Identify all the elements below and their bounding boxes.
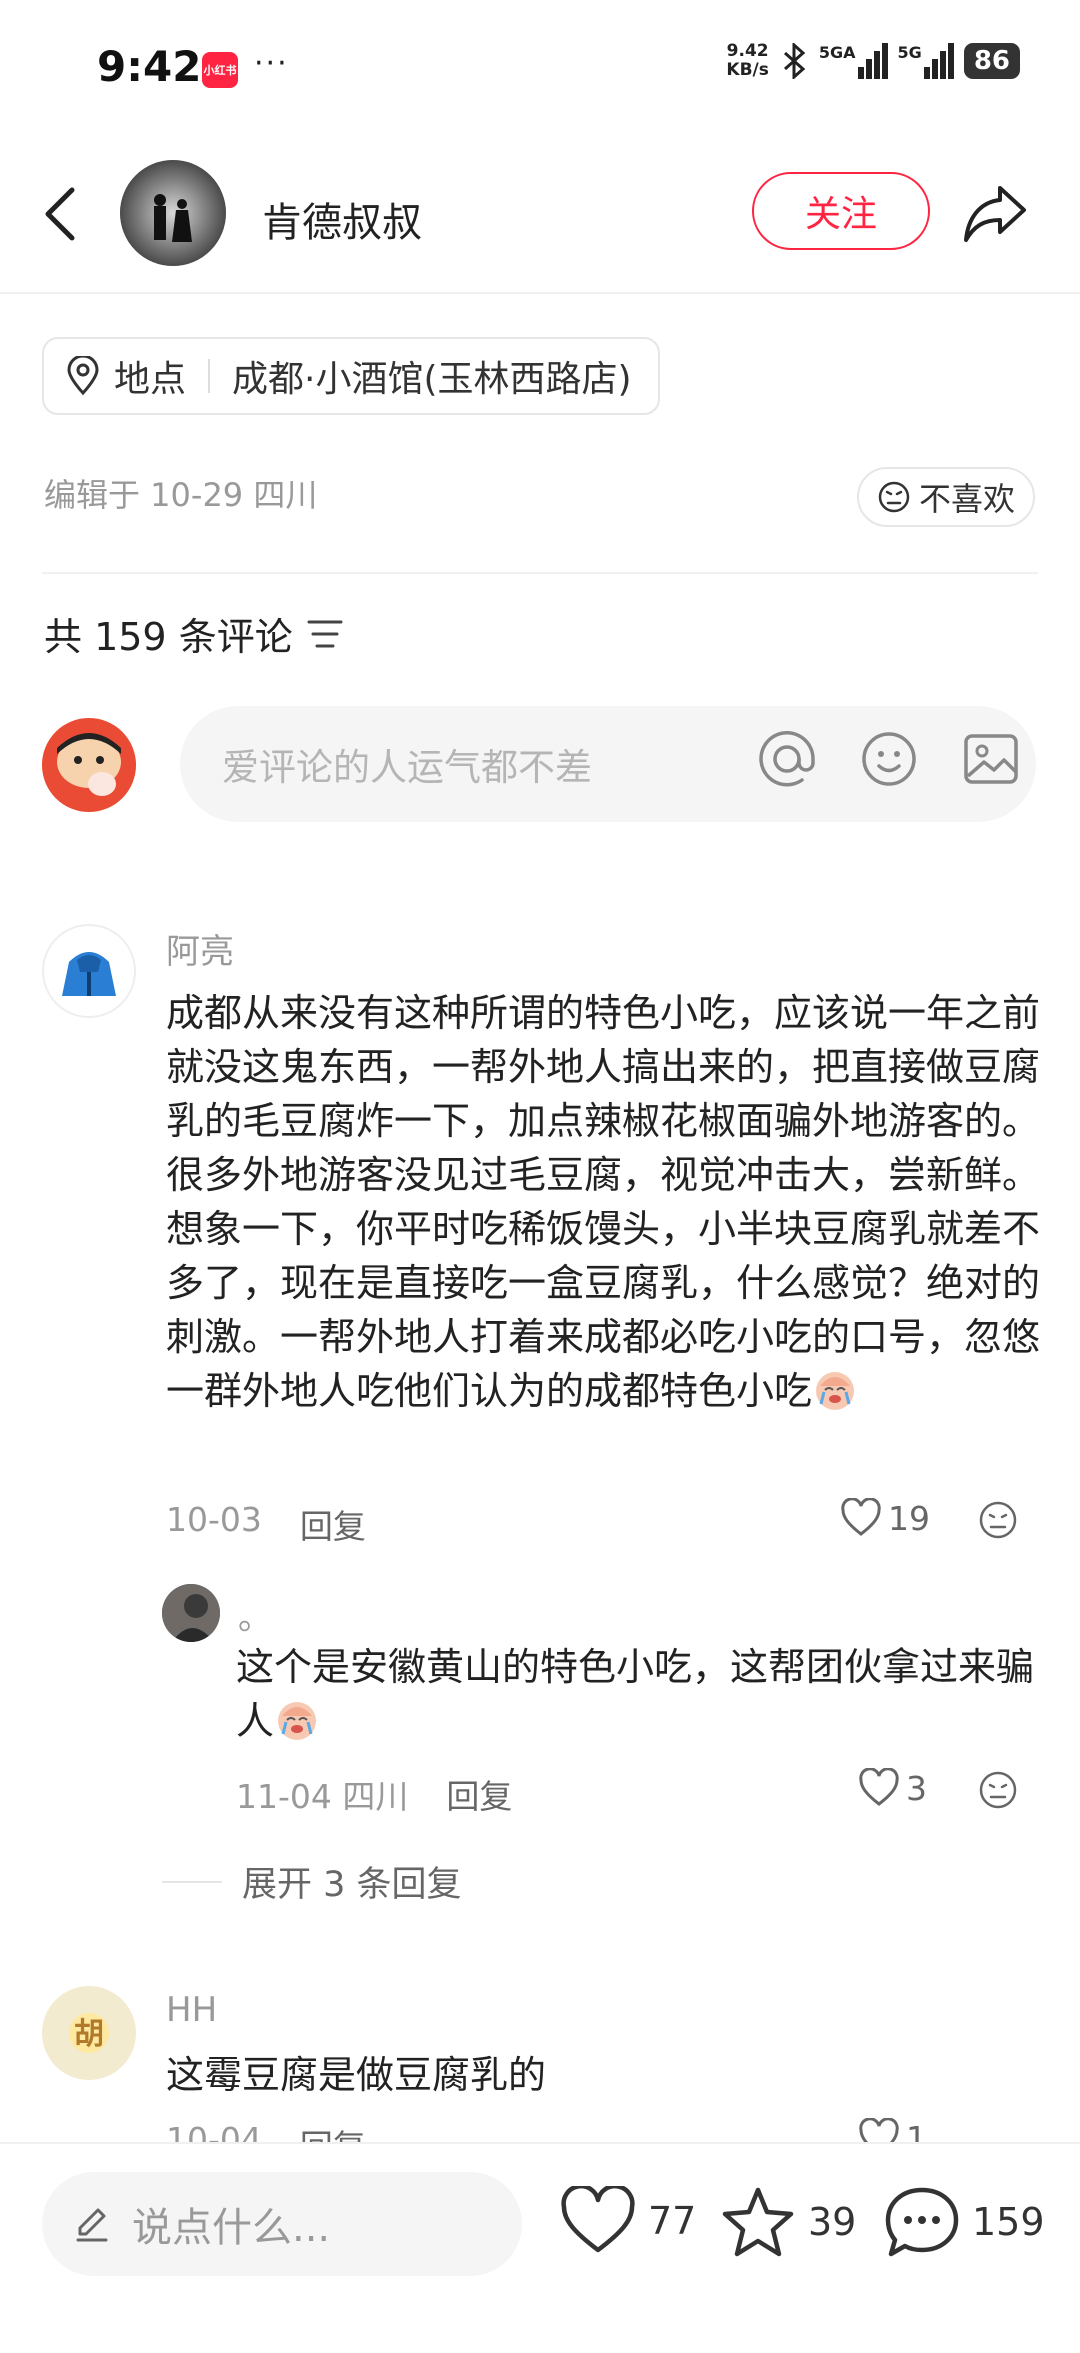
star-icon: [722, 2187, 794, 2257]
status-time: 9:42: [97, 42, 202, 91]
dislike-label: 不喜欢: [919, 480, 1016, 518]
mention-icon[interactable]: [758, 730, 816, 788]
reply-meta: 11-04 四川 回复: [236, 1770, 512, 1818]
comment-date: 10-03: [166, 1500, 262, 1539]
meh-face-icon: [878, 481, 910, 513]
crying-emoji-icon: [816, 1372, 855, 1410]
commenter-name[interactable]: HH: [166, 1990, 217, 2030]
signal-5ga-icon: 5GA: [819, 43, 888, 79]
comment-text: 成都从来没有这种所谓的特色小吃，应该说一年之前就没这鬼东西，一帮外地人搞出来的，…: [166, 991, 1041, 1413]
author-name[interactable]: 肯德叔叔: [262, 190, 422, 248]
comment-input-placeholder: 爱评论的人运气都不差: [222, 746, 592, 789]
signal-5g-icon: 5G: [898, 43, 954, 79]
pencil-icon: [76, 2208, 108, 2242]
dislike-face-icon[interactable]: [978, 1500, 1018, 1540]
follow-button[interactable]: 关注: [752, 172, 930, 250]
comment-bubble-icon: [885, 2187, 959, 2257]
share-icon[interactable]: [960, 180, 1030, 246]
comment-count-header: 共 159 条评论: [44, 606, 343, 661]
say-something-input[interactable]: 说点什么...: [42, 2172, 522, 2276]
reply-like-button[interactable]: 3: [858, 1768, 927, 1808]
comment-meta: 10-03 回复: [166, 1500, 366, 1548]
say-placeholder: 说点什么...: [132, 2205, 331, 2251]
location-label: 地点: [114, 359, 187, 400]
comment-like-button[interactable]: 19: [840, 1498, 930, 1538]
location-pin-icon: [67, 356, 99, 396]
location-separator: [208, 359, 211, 393]
location-chip[interactable]: 地点 成都·小酒馆(玉林西路店): [42, 337, 660, 415]
reply-button[interactable]: 回复: [300, 1500, 366, 1548]
like-count: 77: [648, 2199, 697, 2243]
expand-replies-label: 展开 3 条回复: [242, 1865, 462, 1905]
app-notification-icon: 小红书: [202, 52, 238, 88]
expand-line: [162, 1880, 222, 1883]
svg-text:胡: 胡: [74, 2017, 104, 2052]
dislike-button[interactable]: 不喜欢: [857, 467, 1036, 527]
comment-count: 159: [972, 2200, 1045, 2244]
bluetooth-icon: [783, 43, 806, 79]
net-speed: 9.42 KB/s: [726, 41, 769, 80]
reply-text: 这个是安徽黄山的特色小吃，这帮团伙拿过来骗人: [236, 1645, 1035, 1743]
comment-input-tools: [758, 730, 1020, 788]
comment-count-label: 共 159 条评论: [44, 615, 293, 659]
heart-icon: [859, 1768, 899, 1806]
section-divider: [42, 572, 1038, 574]
emoji-icon[interactable]: [860, 730, 918, 788]
collect-button[interactable]: 39: [720, 2186, 856, 2258]
commenter-avatar[interactable]: [42, 924, 136, 1018]
commenter-avatar[interactable]: 胡: [42, 1986, 136, 2080]
commenter-name[interactable]: 阿亮: [166, 924, 234, 973]
heart-icon: [561, 2186, 635, 2253]
crying-emoji-icon: [278, 1702, 317, 1740]
my-avatar: [42, 718, 136, 812]
edit-info: 编辑于 10-29 四川: [44, 476, 318, 514]
like-button[interactable]: 77: [560, 2186, 696, 2256]
replier-name[interactable]: 。: [238, 1590, 272, 1639]
expand-replies-button[interactable]: 展开 3 条回复: [162, 1856, 462, 1907]
reply-date: 11-04 四川: [236, 1777, 409, 1816]
battery-indicator: 86: [963, 43, 1020, 79]
back-icon[interactable]: [40, 186, 80, 242]
location-value: 成都·小酒馆(玉林西路店): [232, 359, 632, 400]
image-icon[interactable]: [962, 730, 1020, 788]
replier-avatar[interactable]: [162, 1584, 220, 1642]
dislike-face-icon[interactable]: [978, 1770, 1018, 1810]
star-count: 39: [808, 2200, 857, 2244]
status-indicators: 9.42 KB/s 5GA 5G 86: [726, 42, 1020, 80]
heart-icon: [841, 1498, 881, 1536]
comment-text: 这霉豆腐是做豆腐乳的: [166, 2053, 547, 2097]
header-divider: [0, 292, 1080, 294]
author-avatar[interactable]: [120, 160, 226, 266]
like-count: 3: [906, 1768, 927, 1808]
reply-button[interactable]: 回复: [446, 1770, 512, 1818]
like-count: 19: [888, 1498, 930, 1538]
sort-filter-icon[interactable]: [307, 618, 343, 650]
comment-button[interactable]: 159: [884, 2186, 1045, 2258]
more-notifications-icon: ···: [254, 46, 289, 81]
